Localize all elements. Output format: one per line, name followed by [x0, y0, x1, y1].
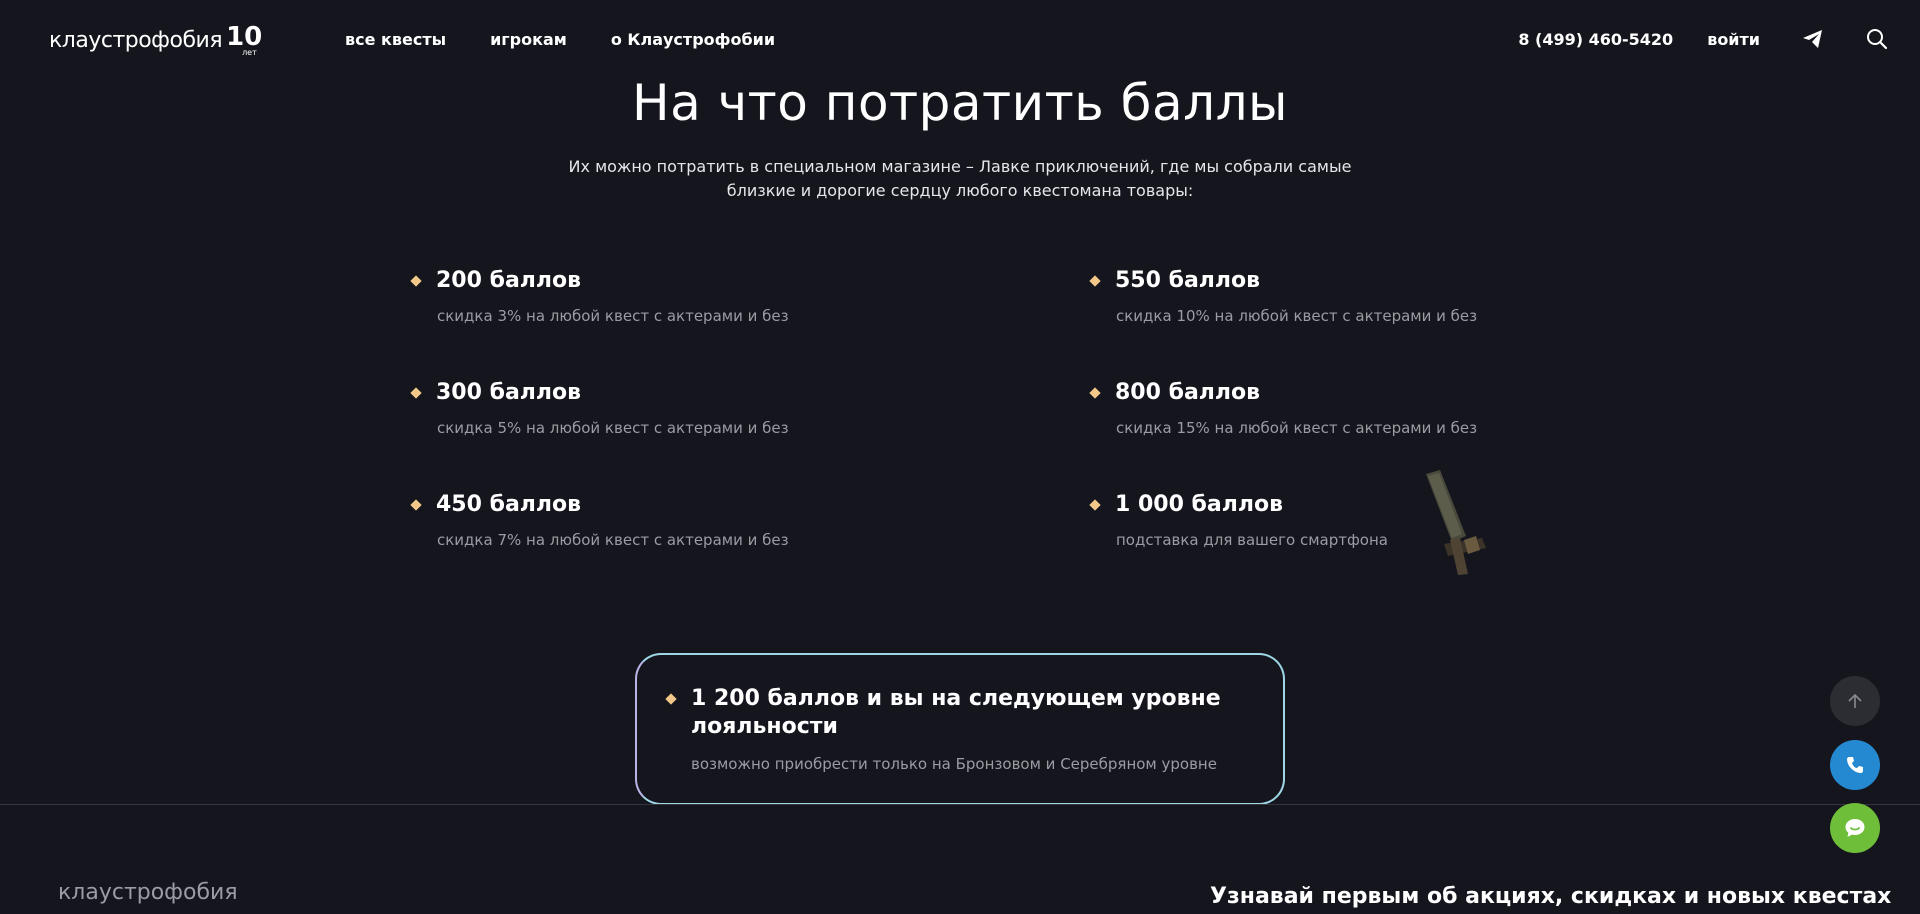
reward-points: 1 000 баллов [1115, 492, 1284, 517]
reward-points: 200 баллов [436, 268, 582, 293]
diamond-bullet-icon [410, 274, 422, 287]
loyalty-title: 1 200 баллов и вы на следующем уровне ло… [691, 686, 1221, 739]
logo-text: клаустрофобия [49, 27, 223, 53]
footer-logo[interactable]: клаустрофобия [58, 880, 238, 905]
main-nav: все квесты игрокам о Клаустрофобии [345, 30, 775, 49]
diamond-bullet-icon [1089, 386, 1101, 399]
arrow-up-icon [1848, 693, 1862, 708]
reward-description: скидка 10% на любой квест с актерами и б… [1116, 307, 1478, 325]
login-link[interactable]: войти [1707, 30, 1760, 49]
diamond-bullet-icon [410, 386, 422, 399]
reward-description: подставка для вашего смартфона [1116, 531, 1388, 549]
reward-description: скидка 5% на любой квест с актерами и бе… [437, 419, 789, 437]
scroll-up-button[interactable] [1830, 676, 1880, 726]
reward-item: 200 баллов скидка 3% на любой квест с ак… [410, 268, 972, 325]
reward-points: 450 баллов [436, 492, 582, 517]
phone-stand-image [1426, 470, 1486, 575]
diamond-bullet-icon [1089, 274, 1101, 287]
nav-item-about[interactable]: о Клаустрофобии [611, 30, 775, 49]
reward-points: 300 баллов [436, 380, 582, 405]
nav-item-players[interactable]: игрокам [490, 30, 567, 49]
loyalty-card: 1 200 баллов и вы на следующем уровне ло… [635, 653, 1285, 805]
diamond-bullet-icon [1089, 498, 1101, 511]
diamond-bullet-icon [410, 498, 422, 511]
logo[interactable]: клаустрофобия 10 лет [49, 22, 266, 58]
section-divider [0, 804, 1920, 805]
telegram-icon[interactable] [1800, 26, 1826, 52]
reward-points: 550 баллов [1115, 268, 1261, 293]
reward-item: 300 баллов скидка 5% на любой квест с ак… [410, 380, 972, 437]
reward-item: 800 баллов скидка 15% на любой квест с а… [1089, 380, 1651, 437]
loyalty-description: возможно приобрести только на Бронзовом … [691, 755, 1217, 773]
reward-points: 800 баллов [1115, 380, 1261, 405]
call-button[interactable] [1830, 740, 1880, 790]
page: клаустрофобия 10 лет все квесты игрокам … [0, 0, 1920, 914]
reward-item: 450 баллов скидка 7% на любой квест с ак… [410, 492, 972, 549]
reward-description: скидка 3% на любой квест с актерами и бе… [437, 307, 789, 325]
reward-description: скидка 7% на любой квест с актерами и бе… [437, 531, 789, 549]
header-phone[interactable]: 8 (499) 460-5420 [1518, 30, 1673, 49]
section-title: На что потратить баллы [631, 74, 1289, 132]
site-header: клаустрофобия 10 лет все квесты игрокам … [0, 0, 1920, 80]
chat-icon [1845, 819, 1865, 837]
logo-anniversary-years: лет [242, 48, 257, 57]
reward-item: 1 000 баллов подставка для вашего смартф… [1089, 492, 1651, 549]
nav-item-all-quests[interactable]: все квесты [345, 30, 446, 49]
reward-description: скидка 15% на любой квест с актерами и б… [1116, 419, 1478, 437]
phone-icon [1847, 757, 1863, 773]
newsletter-heading: Узнавай первым об акциях, скидках и новы… [1210, 884, 1892, 909]
logo-anniversary-badge: 10 лет [226, 22, 266, 58]
header-actions: 8 (499) 460-5420 войти [1518, 26, 1890, 52]
reward-item: 550 баллов скидка 10% на любой квест с а… [1089, 268, 1651, 325]
section-subtitle: Их можно потратить в специальном магазин… [568, 157, 1352, 200]
chat-button[interactable] [1830, 803, 1880, 853]
search-icon[interactable] [1864, 26, 1890, 52]
diamond-bullet-icon [665, 693, 677, 705]
